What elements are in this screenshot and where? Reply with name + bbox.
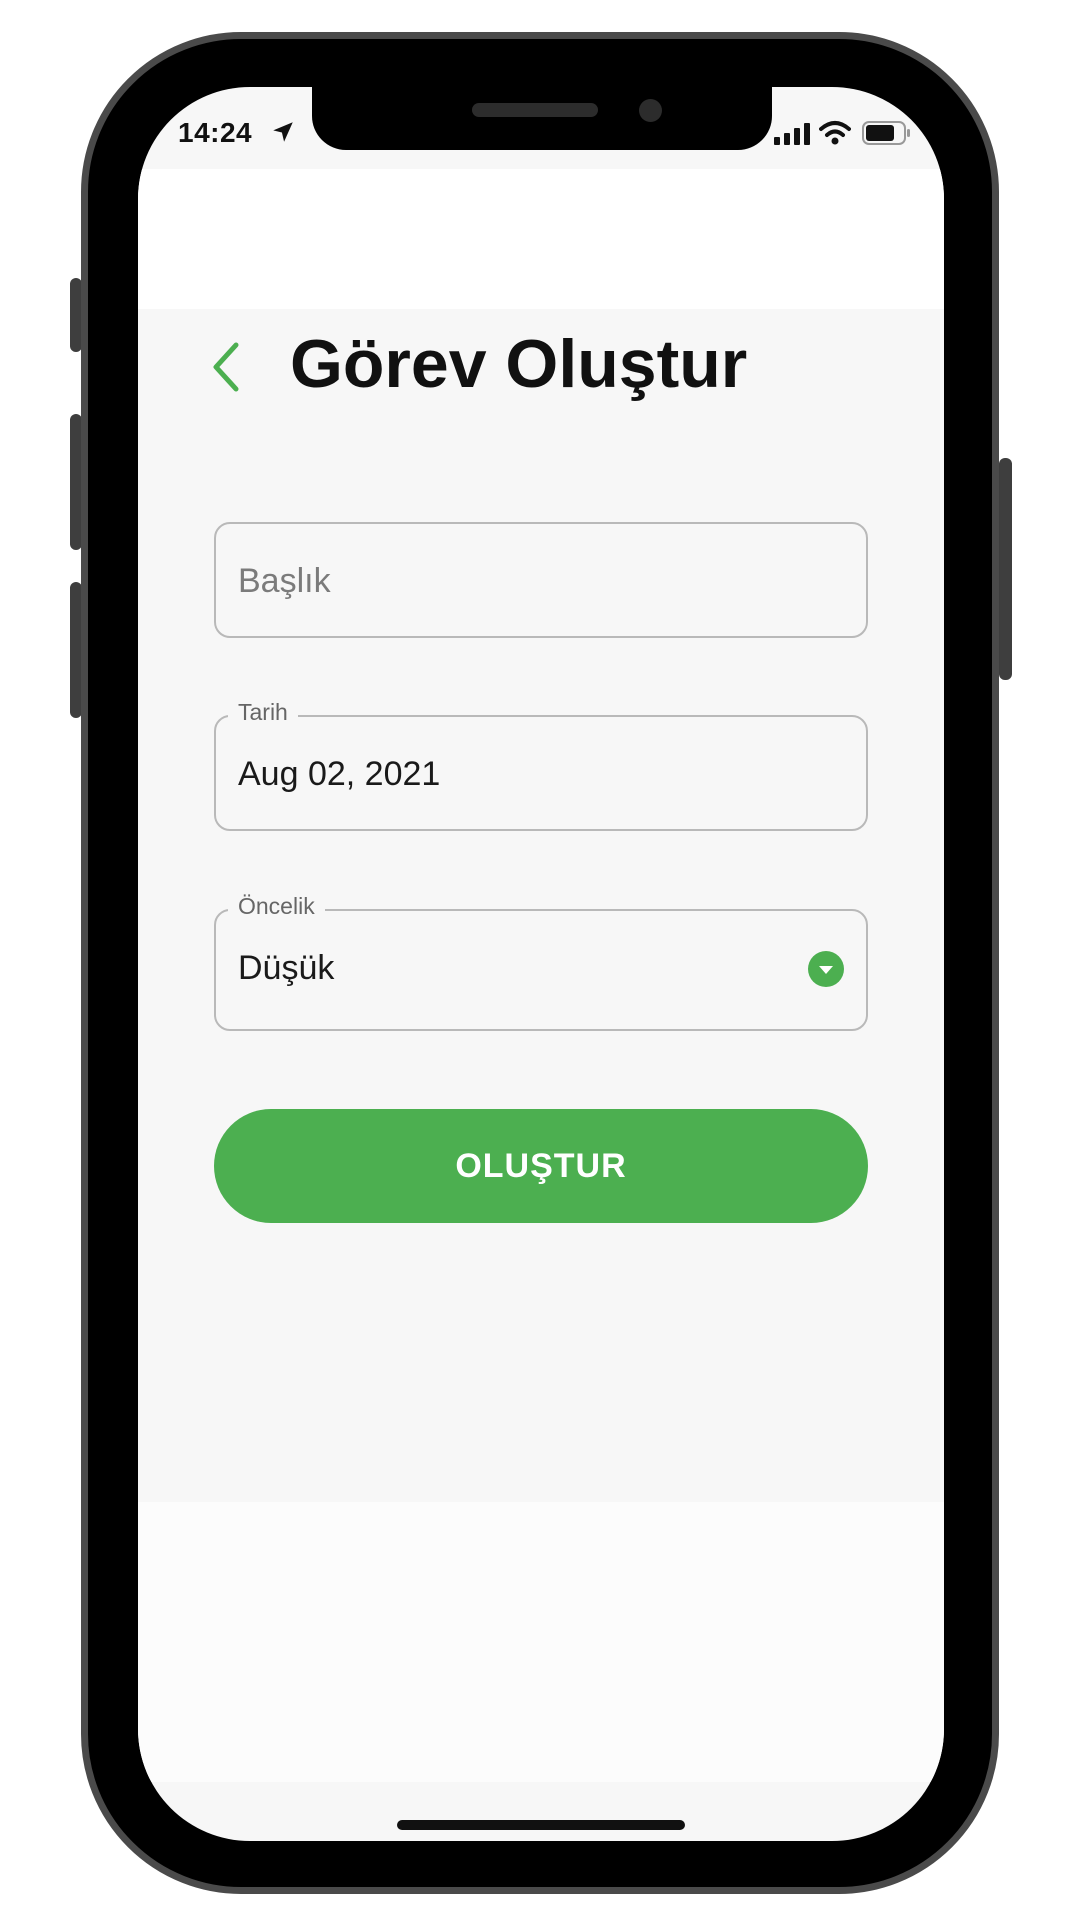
create-button[interactable]: OLUŞTUR	[214, 1109, 868, 1223]
power-button	[999, 458, 1012, 680]
battery-icon	[862, 121, 910, 145]
footer-background	[138, 1502, 944, 1782]
wifi-icon	[819, 121, 851, 145]
home-indicator[interactable]	[397, 1820, 685, 1830]
date-field-value: Aug 02, 2021	[238, 755, 441, 793]
date-field[interactable]: Tarih Aug 02, 2021	[214, 699, 868, 831]
title-input[interactable]: Başlık	[214, 522, 868, 638]
title-input-placeholder: Başlık	[238, 562, 331, 600]
front-camera	[639, 99, 662, 122]
location-arrow-icon	[273, 122, 293, 142]
speaker-grille	[472, 103, 598, 117]
priority-select-value: Düşük	[238, 949, 335, 987]
priority-select[interactable]: Öncelik Düşük	[214, 893, 868, 1031]
device-mockup: 14:24 Görev Oluştur Başlık Tarih Aug 02,…	[0, 0, 1080, 1920]
cellular-signal-icon	[774, 123, 810, 145]
status-time: 14:24	[178, 117, 253, 148]
dropdown-circle-icon[interactable]	[808, 951, 844, 987]
notch	[312, 87, 772, 150]
date-field-label: Tarih	[228, 699, 298, 726]
chevron-left-icon[interactable]	[208, 339, 244, 395]
header-background	[138, 169, 944, 309]
priority-select-label: Öncelik	[228, 893, 325, 920]
page-title: Görev Oluştur	[290, 326, 748, 402]
app-screen: 14:24 Görev Oluştur Başlık Tarih Aug 02,…	[138, 87, 944, 1841]
